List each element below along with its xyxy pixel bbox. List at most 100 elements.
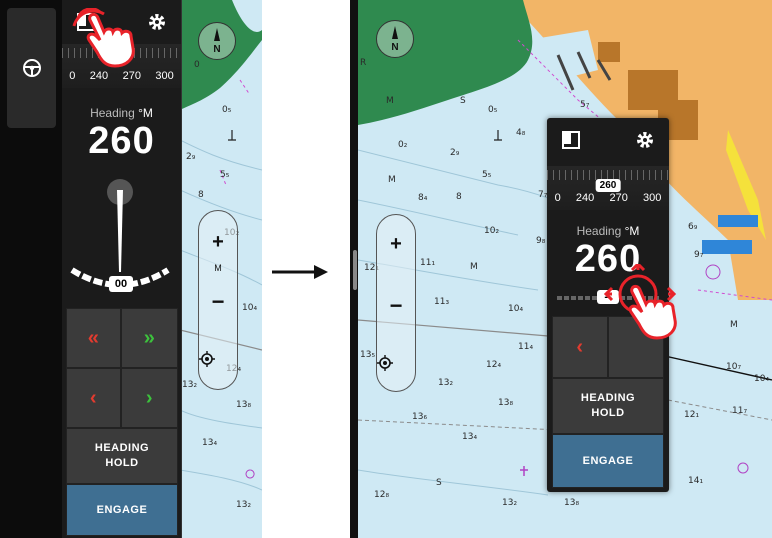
heading-unit: °M: [624, 224, 640, 238]
depth-sounding: 10₂: [484, 226, 500, 236]
depth-sounding: S: [460, 96, 466, 106]
tape-labels: 0 240 270 300: [62, 70, 181, 82]
depth-sounding: 13₂: [236, 500, 252, 510]
zoom-in-button[interactable]: +: [377, 233, 415, 256]
port-10-button[interactable]: «: [66, 308, 121, 368]
heading-label: Heading °M: [62, 106, 181, 120]
crosshair-icon: [199, 351, 215, 367]
right-screen: R M S 0₅ 4₈ 0₂ 2₉ 5₅ M 8₄ 8 7₇ 10₂ 9₈ 12₁ 11₁ M 11₃ 10₄ 11₄…: [350, 0, 772, 538]
heading-tape[interactable]: 260 0 240 270 300: [547, 166, 669, 210]
heading-label: Heading °M: [547, 224, 669, 238]
tap-hand-icon: [72, 8, 135, 68]
tape-label: 270: [609, 192, 628, 204]
depth-sounding: 9₇: [694, 250, 704, 260]
depth-sounding: 0₅: [222, 105, 232, 115]
tape-label: 0: [69, 70, 76, 82]
screen-edge-handle: [353, 250, 357, 290]
autopilot-panel: 0 240 270 300 Heading °M 260 00 « » ‹ › …: [62, 0, 182, 538]
depth-sounding: 8: [198, 190, 204, 200]
depth-sounding: 11₇: [732, 406, 748, 416]
side-rail: [0, 0, 62, 538]
drag-hand-icon: [603, 264, 677, 340]
depth-sounding: 13₆: [412, 412, 428, 422]
depth-sounding: 13₈: [498, 398, 514, 408]
heading-hold-button[interactable]: HEADING HOLD: [66, 428, 178, 484]
tape-label: 270: [122, 70, 141, 82]
settings-gear-icon[interactable]: [147, 12, 167, 32]
depth-sounding: 4₈: [516, 128, 526, 138]
depth-sounding: 8: [456, 192, 462, 202]
depth-sounding: 13₂: [182, 380, 198, 390]
panel-layout-icon[interactable]: [561, 130, 581, 150]
left-screen: 00₅2₉5₅810₂10₄12₄13₂13₈13₄13₂ N + M −: [0, 0, 262, 538]
tape-current-badge: 260: [595, 179, 621, 192]
depth-sounding: 11₃: [434, 297, 450, 307]
depth-sounding: S: [436, 478, 442, 488]
compass-button[interactable]: N: [198, 22, 236, 60]
depth-sounding: 13₅: [360, 350, 376, 360]
depth-sounding: 13₈: [236, 400, 252, 410]
depth-sounding: 13₂: [438, 378, 454, 388]
heading-label-text: Heading: [576, 224, 622, 238]
depth-sounding: 12₁: [684, 410, 700, 420]
depth-sounding: 13₈: [564, 498, 580, 508]
zoom-control: + −: [376, 214, 416, 392]
depth-sounding: 10₄: [242, 303, 258, 313]
depth-sounding: R: [360, 58, 367, 68]
tape-label: 240: [89, 70, 109, 82]
tape-label: 240: [575, 192, 595, 204]
port-1-button[interactable]: ‹: [552, 316, 608, 378]
depth-sounding: 5₅: [482, 170, 492, 180]
tape-label: 300: [155, 70, 174, 82]
starboard-10-button[interactable]: »: [121, 308, 178, 368]
depth-sounding: 13₄: [462, 432, 478, 442]
depth-sounding: M: [730, 320, 738, 330]
engage-button[interactable]: ENGAGE: [552, 434, 664, 488]
transition-arrow-icon: [272, 265, 328, 279]
rudder-value: 00: [109, 276, 133, 292]
depth-sounding: 5₅: [220, 170, 230, 180]
heading-label-text: Heading: [90, 106, 135, 120]
depth-sounding: 9₈: [536, 236, 546, 246]
depth-sounding: 8₄: [418, 193, 428, 203]
autopilot-rail-button[interactable]: [7, 8, 56, 128]
depth-sounding: 0₅: [488, 105, 498, 115]
starboard-double-arrow-icon: »: [143, 326, 156, 349]
depth-sounding: 6₉: [688, 222, 698, 232]
compass-label: N: [391, 42, 399, 53]
zoom-out-button[interactable]: −: [377, 293, 415, 319]
chart-map[interactable]: 00₅2₉5₅810₂10₄12₄13₂13₈13₄13₂ N + M −: [180, 0, 262, 538]
depth-sounding: M: [386, 96, 394, 106]
tape-labels: 0 240 270 300: [547, 192, 669, 204]
crosshair-icon: [377, 355, 393, 371]
depth-sounding: 10₇: [726, 362, 742, 372]
depth-sounding: 0: [194, 60, 200, 70]
port-arrow-icon: ‹: [89, 386, 98, 409]
heading-unit: °M: [138, 106, 153, 120]
compass-button[interactable]: N: [376, 20, 414, 58]
depth-sounding: 11₁: [420, 258, 436, 268]
port-1-button[interactable]: ‹: [66, 368, 121, 428]
engage-button[interactable]: ENGAGE: [66, 484, 178, 536]
port-double-arrow-icon: «: [87, 326, 100, 349]
steering-wheel-icon: [22, 59, 41, 77]
zoom-in-button[interactable]: +: [199, 231, 237, 254]
zoom-control: + M −: [198, 210, 238, 390]
depth-sounding: 11₄: [518, 342, 534, 352]
depth-sounding: 0₂: [398, 140, 408, 150]
depth-sounding: 7₇: [538, 190, 548, 200]
depth-sounding: 10₄: [754, 374, 770, 384]
depth-sounding: 13₄: [202, 438, 218, 448]
zoom-out-button[interactable]: −: [199, 289, 237, 315]
starboard-arrow-icon: ›: [145, 386, 154, 409]
compass-label: N: [213, 44, 221, 55]
tape-label: 300: [643, 192, 662, 204]
heading-hold-button[interactable]: HEADING HOLD: [552, 378, 664, 434]
heading-value: 260: [88, 120, 155, 162]
starboard-1-button[interactable]: ›: [121, 368, 178, 428]
depth-sounding: 5₇: [580, 100, 590, 110]
depth-sounding: 14₁: [688, 476, 704, 486]
depth-sounding: 2₉: [450, 148, 460, 158]
settings-gear-icon[interactable]: [635, 130, 655, 150]
zoom-mode-label: M: [214, 263, 222, 273]
